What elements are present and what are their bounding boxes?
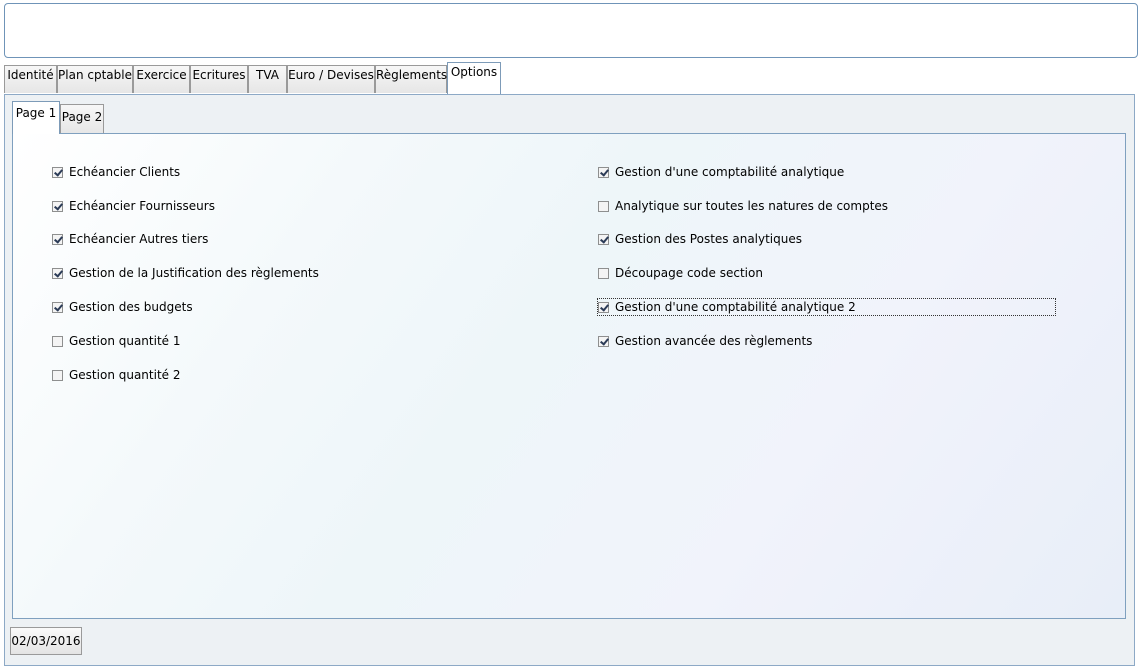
option-gestion-avancee-reglements[interactable]: Gestion avancée des règlements — [598, 333, 812, 349]
tab-label: Options — [450, 65, 498, 79]
tab-label: Page 1 — [15, 106, 57, 120]
checkbox[interactable] — [52, 369, 63, 381]
tab-label: Ecritures — [192, 68, 246, 82]
option-echeancier-autres-tiers[interactable]: Echéancier Autres tiers — [52, 231, 208, 247]
checkbox[interactable] — [598, 301, 609, 313]
option-compta-analytique-2[interactable]: Gestion d'une comptabilité analytique 2 — [597, 298, 1056, 316]
option-label: Gestion des Postes analytiques — [615, 232, 803, 246]
option-analytique-toutes-natures[interactable]: Analytique sur toutes les natures de com… — [598, 198, 888, 214]
checkbox[interactable] — [598, 233, 609, 245]
checkbox[interactable] — [52, 166, 63, 178]
option-label: Gestion quantité 2 — [69, 368, 181, 382]
tab-identite[interactable]: Identité — [4, 65, 57, 93]
option-label: Echéancier Fournisseurs — [69, 199, 215, 213]
checkbox[interactable] — [52, 267, 63, 279]
header-panel — [4, 3, 1138, 58]
option-echeancier-clients[interactable]: Echéancier Clients — [52, 164, 180, 180]
option-label: Gestion d'une comptabilité analytique 2 — [615, 300, 856, 314]
tab-label: Euro / Devises — [288, 68, 374, 82]
option-postes-analytiques[interactable]: Gestion des Postes analytiques — [598, 231, 802, 247]
tab-label: Exercice — [136, 68, 187, 82]
checkbox[interactable] — [52, 233, 63, 245]
option-gestion-budgets[interactable]: Gestion des budgets — [52, 299, 193, 315]
option-justification-reglements[interactable]: Gestion de la Justification des règlemen… — [52, 265, 319, 281]
option-label: Gestion de la Justification des règlemen… — [69, 266, 319, 280]
option-label: Echéancier Autres tiers — [69, 232, 209, 246]
checkbox[interactable] — [52, 301, 63, 313]
option-gestion-quantite-1[interactable]: Gestion quantité 1 — [52, 333, 181, 349]
tab-euro-devises[interactable]: Euro / Devises — [287, 65, 375, 93]
option-label: Echéancier Clients — [69, 165, 181, 179]
tab-exercice[interactable]: Exercice — [133, 65, 190, 93]
checkbox[interactable] — [598, 200, 609, 212]
option-compta-analytique[interactable]: Gestion d'une comptabilité analytique — [598, 164, 844, 180]
option-gestion-quantite-2[interactable]: Gestion quantité 2 — [52, 367, 181, 383]
tab-page-1[interactable]: Page 1 — [12, 101, 60, 134]
checkbox[interactable] — [598, 166, 609, 178]
option-decoupage-code-section[interactable]: Découpage code section — [598, 265, 763, 281]
date-status: 02/03/2016 — [10, 627, 82, 655]
option-echeancier-fournisseurs[interactable]: Echéancier Fournisseurs — [52, 198, 215, 214]
option-label: Découpage code section — [615, 266, 763, 280]
tab-reglements[interactable]: Règlements — [375, 65, 447, 93]
tab-label: Règlements — [376, 68, 448, 82]
checkbox[interactable] — [598, 267, 609, 279]
tab-ecritures[interactable]: Ecritures — [190, 65, 248, 93]
checkbox[interactable] — [52, 200, 63, 212]
option-label: Gestion avancée des règlements — [615, 334, 813, 348]
tab-plan-cptable[interactable]: Plan cptable — [57, 65, 133, 93]
tab-label: TVA — [256, 68, 279, 82]
tab-page-2[interactable]: Page 2 — [60, 104, 104, 134]
option-label: Gestion d'une comptabilité analytique — [615, 165, 845, 179]
tab-label: Identité — [7, 68, 54, 82]
option-label: Gestion des budgets — [69, 300, 193, 314]
option-label: Analytique sur toutes les natures de com… — [615, 199, 889, 213]
tab-tva[interactable]: TVA — [248, 65, 287, 93]
checkbox[interactable] — [52, 335, 63, 347]
checkbox[interactable] — [598, 335, 609, 347]
tab-label: Plan cptable — [58, 68, 132, 82]
tab-label: Page 2 — [61, 110, 103, 124]
tab-options[interactable]: Options — [447, 62, 501, 94]
option-label: Gestion quantité 1 — [69, 334, 181, 348]
